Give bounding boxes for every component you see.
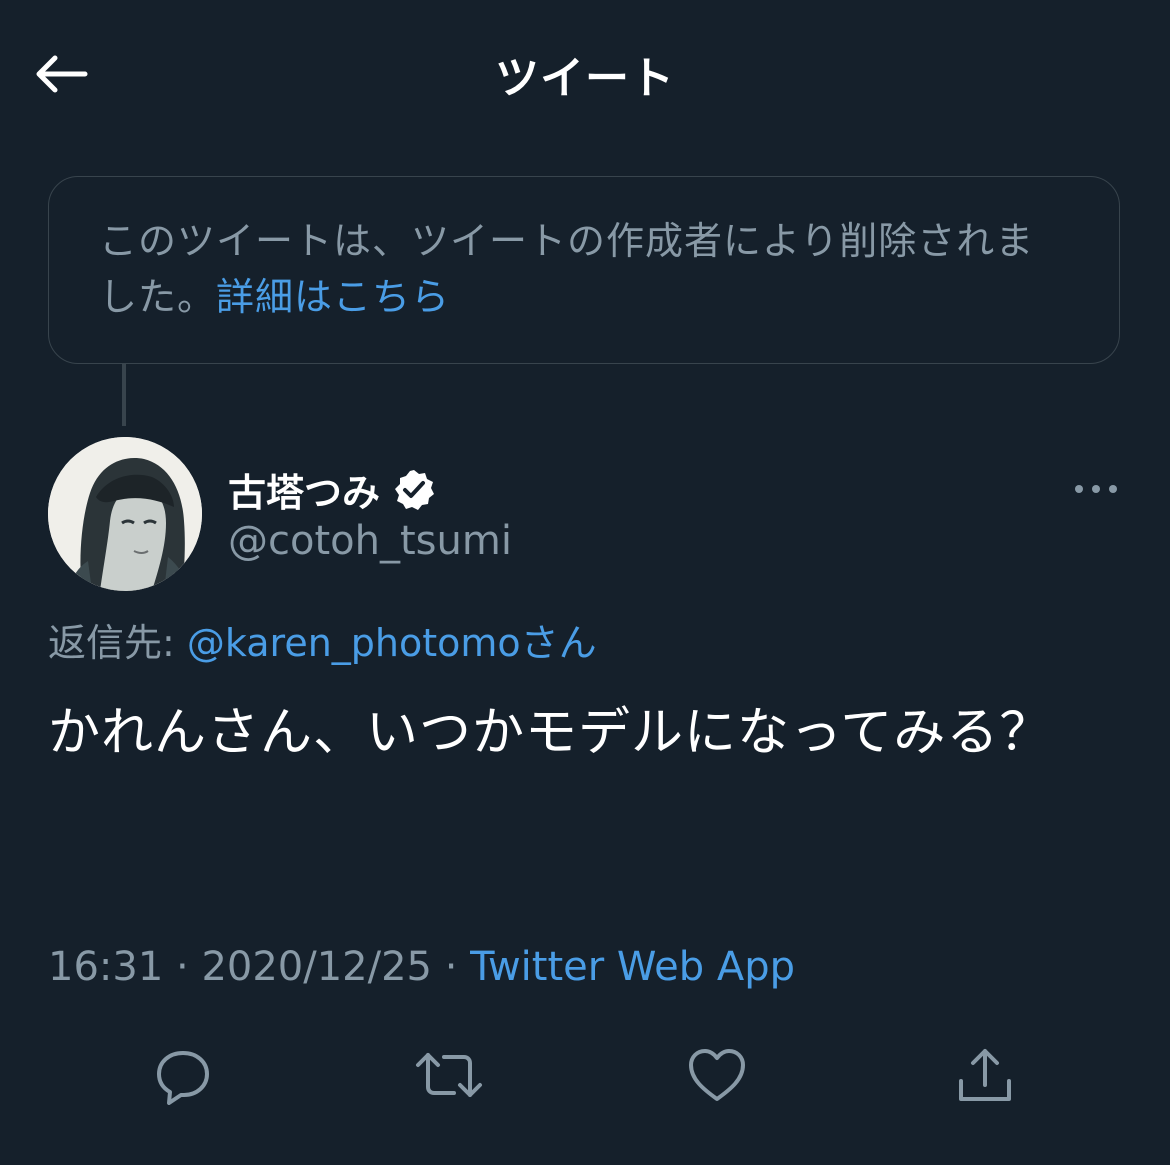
reply-suffix: さん [520, 621, 597, 665]
retweet-button[interactable] [414, 1040, 484, 1110]
verified-badge-icon [392, 468, 436, 512]
top-bar: ツイート [0, 0, 1170, 140]
like-icon [689, 1049, 745, 1101]
deleted-tweet-notice: このツイートは、ツイートの作成者により削除されました。詳細はこちら [48, 176, 1120, 364]
share-icon [959, 1049, 1011, 1101]
retweet-icon [416, 1053, 482, 1097]
reply-icon [157, 1051, 209, 1105]
avatar-image [48, 437, 202, 591]
tweet-source-link[interactable]: Twitter Web App [470, 944, 795, 990]
more-options-button[interactable] [1068, 472, 1124, 506]
meta-separator: · [444, 944, 458, 990]
tweet-time: 16:31 [48, 944, 164, 990]
learn-more-link[interactable]: 詳細はこちら [216, 275, 450, 319]
reply-label: 返信先: [48, 621, 175, 665]
more-horizontal-icon [1075, 485, 1117, 493]
reply-handle: @karen_photomo [186, 621, 521, 665]
share-button[interactable] [950, 1040, 1020, 1110]
like-button[interactable] [682, 1040, 752, 1110]
reply-handle-link[interactable]: @karen_photomoさん [187, 621, 597, 665]
page-title: ツイート [495, 53, 675, 104]
tweet-text: かれんさん、いつかモデルになってみる？ [48, 703, 1053, 763]
tweet-metadata: 16:31 · 2020/12/25 · Twitter Web App [48, 944, 795, 990]
tweet-date: 2020/12/25 [201, 944, 432, 990]
thread-connector-line [122, 364, 126, 426]
display-name-row[interactable]: 古塔つみ [228, 462, 436, 517]
display-name: 古塔つみ [228, 471, 381, 515]
meta-separator: · [176, 944, 189, 990]
reply-context: 返信先: @karen_photomoさん [48, 612, 597, 667]
avatar[interactable] [48, 437, 202, 591]
reply-button[interactable] [148, 1040, 218, 1110]
action-bar [0, 1040, 1170, 1110]
user-handle[interactable]: @cotoh_tsumi [228, 518, 512, 564]
